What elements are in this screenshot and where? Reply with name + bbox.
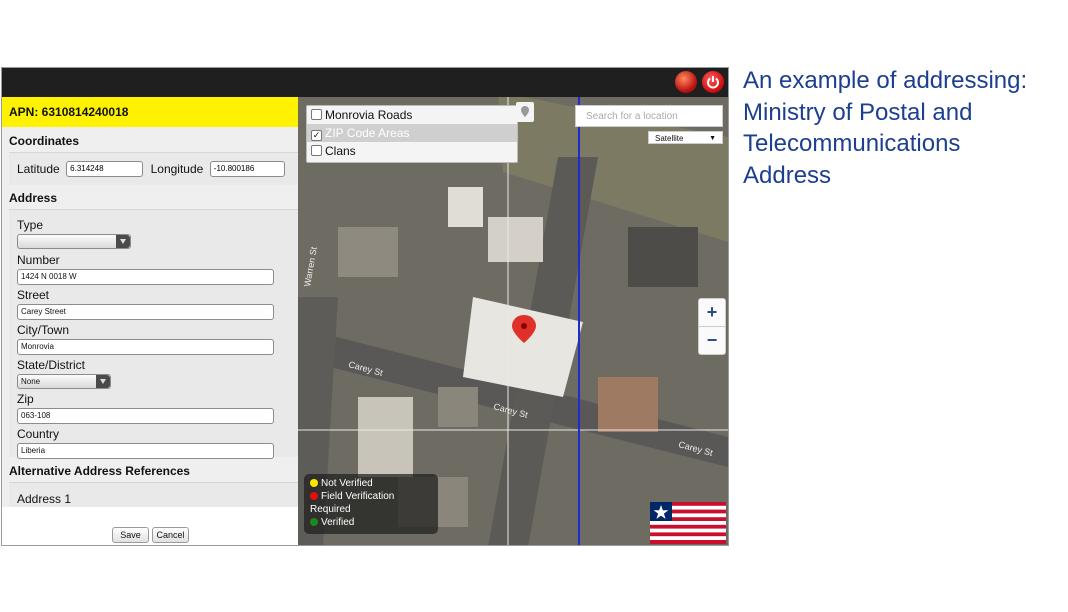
type-label: Type	[17, 218, 44, 232]
zoom-out-button[interactable]: −	[699, 327, 725, 354]
building	[488, 217, 543, 262]
caption-line-1: An example of addressing:	[743, 67, 1028, 94]
building	[358, 397, 413, 477]
latitude-field[interactable]: 6.314248	[66, 160, 144, 177]
legend-item-not-verified: Not Verified	[310, 478, 373, 490]
state-select[interactable]: None	[17, 374, 111, 389]
street-label: Street	[17, 288, 50, 302]
top-toolbar	[2, 68, 728, 97]
building	[598, 377, 658, 432]
location-pin-dot	[521, 323, 527, 329]
power-icon[interactable]	[702, 71, 724, 93]
layer-zip-code-areas[interactable]: ✓ ZIP Code Areas	[307, 124, 517, 142]
red-dot-icon	[310, 492, 318, 500]
map-type-value: Satellite	[655, 134, 684, 143]
save-button[interactable]: Save	[112, 527, 149, 543]
cancel-button[interactable]: Cancel	[152, 527, 189, 543]
chevron-down-icon	[96, 375, 110, 388]
zip-field[interactable]: 063-108	[17, 408, 274, 424]
checkbox-icon[interactable]	[311, 145, 322, 156]
liberia-flag-icon	[650, 502, 726, 544]
parking-lot	[628, 227, 698, 287]
caption-line-3: Telecommunications	[743, 130, 961, 157]
legend-item-required: Required	[310, 504, 351, 515]
address-heading: Address	[9, 191, 58, 205]
alt-address-heading: Alternative Address References	[9, 464, 190, 478]
pin-tool-icon[interactable]	[516, 102, 534, 122]
street-field[interactable]: Carey Street	[17, 304, 274, 320]
building	[448, 187, 483, 227]
chevron-down-icon	[116, 235, 130, 248]
legend-label: Verified	[321, 517, 355, 528]
building	[338, 227, 398, 277]
state-label: State/District	[17, 358, 86, 372]
yellow-dot-icon	[310, 479, 318, 487]
chevron-down-icon: ▼	[709, 135, 716, 142]
coordinates-heading: Coordinates	[9, 134, 80, 148]
legend-label: Not Verified	[321, 478, 373, 489]
legend-item-verified: Verified	[310, 517, 354, 529]
layer-clans[interactable]: Clans	[307, 142, 517, 160]
state-value: None	[21, 377, 41, 386]
coordinates-section: Latitude 6.314248 Longitude -10.800186	[9, 152, 298, 185]
legend-item-field-verification: Field Verification	[310, 491, 394, 503]
building	[438, 387, 478, 427]
longitude-label: Longitude	[150, 162, 204, 176]
verification-legend: Not Verified Field Verification Required…	[304, 474, 438, 534]
city-field[interactable]: Monrovia	[17, 339, 274, 355]
globe-icon[interactable]	[675, 71, 697, 93]
layer-switcher: Monrovia Roads ✓ ZIP Code Areas Clans	[306, 105, 518, 163]
country-label: Country	[17, 427, 60, 441]
green-dot-icon	[310, 518, 318, 526]
layer-label: Clans	[325, 144, 356, 158]
slide-caption: An example of addressing: Ministry of Po…	[743, 65, 1068, 191]
checkbox-checked-icon[interactable]: ✓	[311, 130, 322, 141]
number-field[interactable]: 1424 N 0018 W	[17, 269, 274, 285]
legend-label: Field Verification	[321, 491, 395, 502]
checkbox-icon[interactable]	[311, 109, 322, 120]
alt-address-item-1[interactable]: Address 1	[9, 492, 298, 506]
layer-monrovia-roads[interactable]: Monrovia Roads	[307, 106, 517, 124]
map-type-select[interactable]: Satellite ▼	[648, 131, 723, 144]
number-label: Number	[17, 253, 60, 267]
latitude-label: Latitude	[17, 162, 60, 176]
zoom-in-button[interactable]: +	[699, 299, 725, 327]
satellite-map[interactable]: Carey St Carey St Carey St Warren St Mon…	[298, 97, 728, 545]
longitude-field[interactable]: -10.800186	[209, 160, 285, 177]
type-select[interactable]	[17, 234, 131, 249]
layer-label: ZIP Code Areas	[325, 126, 410, 140]
apn-header: APN: 6310814240018	[2, 97, 298, 127]
address-form-panel: APN: 6310814240018 Coordinates Latitude …	[2, 97, 298, 545]
caption-line-2: Ministry of Postal and	[743, 98, 973, 126]
form-actions: Save Cancel	[2, 507, 298, 545]
caption-line-4: Address	[743, 161, 832, 189]
layer-label: Monrovia Roads	[325, 108, 413, 122]
zoom-control: + −	[698, 298, 726, 355]
zip-label: Zip	[17, 392, 34, 406]
address-app-window: APN: 6310814240018 Coordinates Latitude …	[1, 67, 729, 546]
city-label: City/Town	[17, 323, 70, 337]
location-search-input[interactable]: Search for a location	[575, 105, 723, 127]
address-section: Type Number 1424 N 0018 W Street Carey S…	[9, 209, 298, 459]
